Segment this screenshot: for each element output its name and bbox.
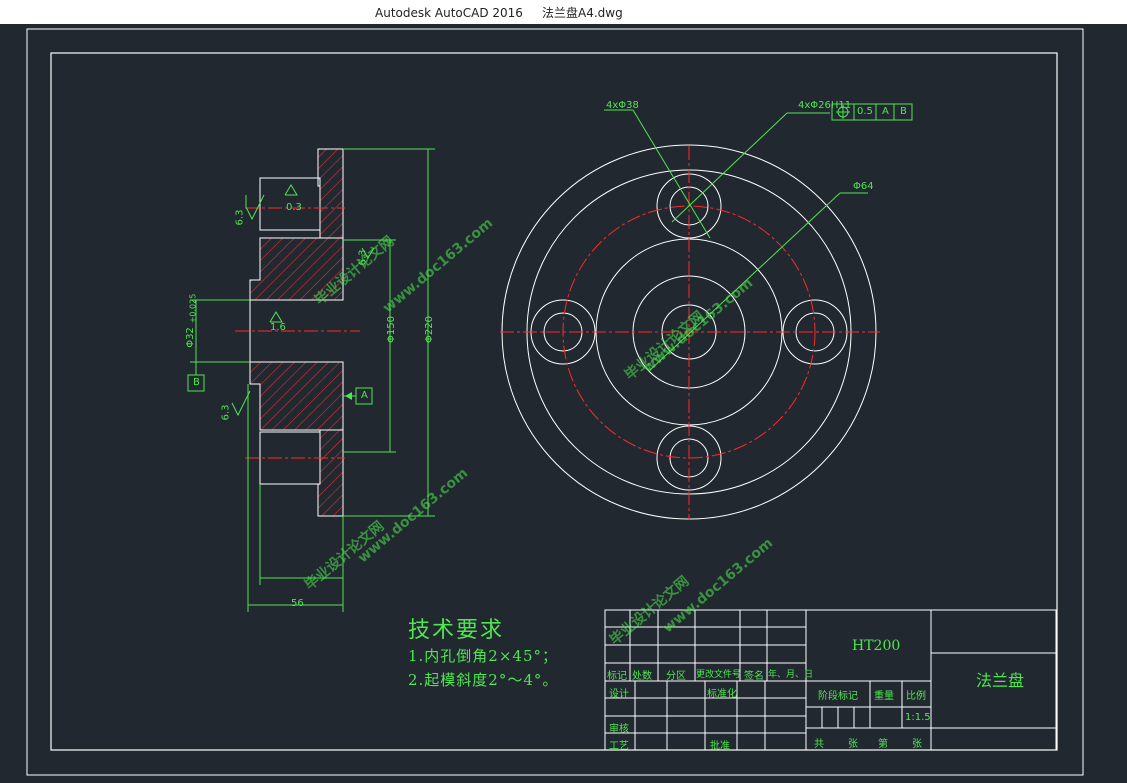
tb-approve: 批准 [710,741,730,752]
title-bar: Autodesk AutoCAD 2016 法兰盘A4.dwg [0,0,1127,24]
tb-scale-value: 1:1.5 [905,712,931,723]
tol-ref-a: A [882,106,889,117]
tol-value: 0.5 [857,106,873,117]
tb-design: 设计 [609,689,629,700]
tol-ref-b: B [900,106,907,117]
dim-holes-inner: 4xΦ26H11 [798,100,852,111]
dim-d150: Φ150 [385,316,397,343]
window-title: Autodesk AutoCAD 2016 法兰盘A4.dwg [375,6,623,20]
dim-d220: Φ220 [423,316,435,343]
drawing-canvas[interactable]: 4xΦ38 4xΦ26H11 0.5 A B Φ64 Φ150 Φ220 Φ32… [0,24,1127,783]
rough-1: 6.3 [234,209,246,226]
tb-docno: 更改文件号 [696,670,742,680]
cad-drawing [26,28,1084,776]
rough-2: 6.3 [220,404,232,421]
dim-holes-outer: 4xΦ38 [606,100,639,111]
datum-b: B [193,377,200,388]
tech-title: 技术要求 [408,618,505,643]
tb-scale: 比例 [906,691,926,702]
dim-d32-tol: +0.025 [188,293,198,324]
tb-process: 工艺 [609,741,629,752]
tb-sheet-no: 第 [878,739,888,750]
dim-d32: Φ32 [184,327,196,348]
tb-date: 年、月、日 [768,670,814,680]
rough-mid: 1.6 [270,322,286,333]
datum-a: A [361,390,368,401]
tb-mark: 标记 [607,671,627,682]
tech-item-2: 2.起模斜度2°～4°。 [408,671,559,689]
dim-width: 56 [291,598,304,609]
tb-sheet: 张 [912,739,922,750]
tech-item-1: 1.内孔倒角2×45°； [408,647,559,665]
tb-review: 审核 [609,724,629,735]
tb-sheets: 张 [848,739,858,750]
tb-weight: 重量 [874,691,894,702]
material: HT200 [852,638,901,654]
tb-zone: 分区 [666,671,686,682]
part-name: 法兰盘 [976,671,1025,690]
dim-bore-front: Φ64 [853,181,874,192]
tb-sign: 签名 [744,671,764,682]
tb-count: 处数 [632,671,652,682]
tb-standard: 标准化 [707,689,737,700]
rough-top: 0.3 [286,202,302,213]
tb-stage: 阶段标记 [818,691,858,702]
tb-total: 共 [814,739,824,750]
section-view [187,148,435,612]
